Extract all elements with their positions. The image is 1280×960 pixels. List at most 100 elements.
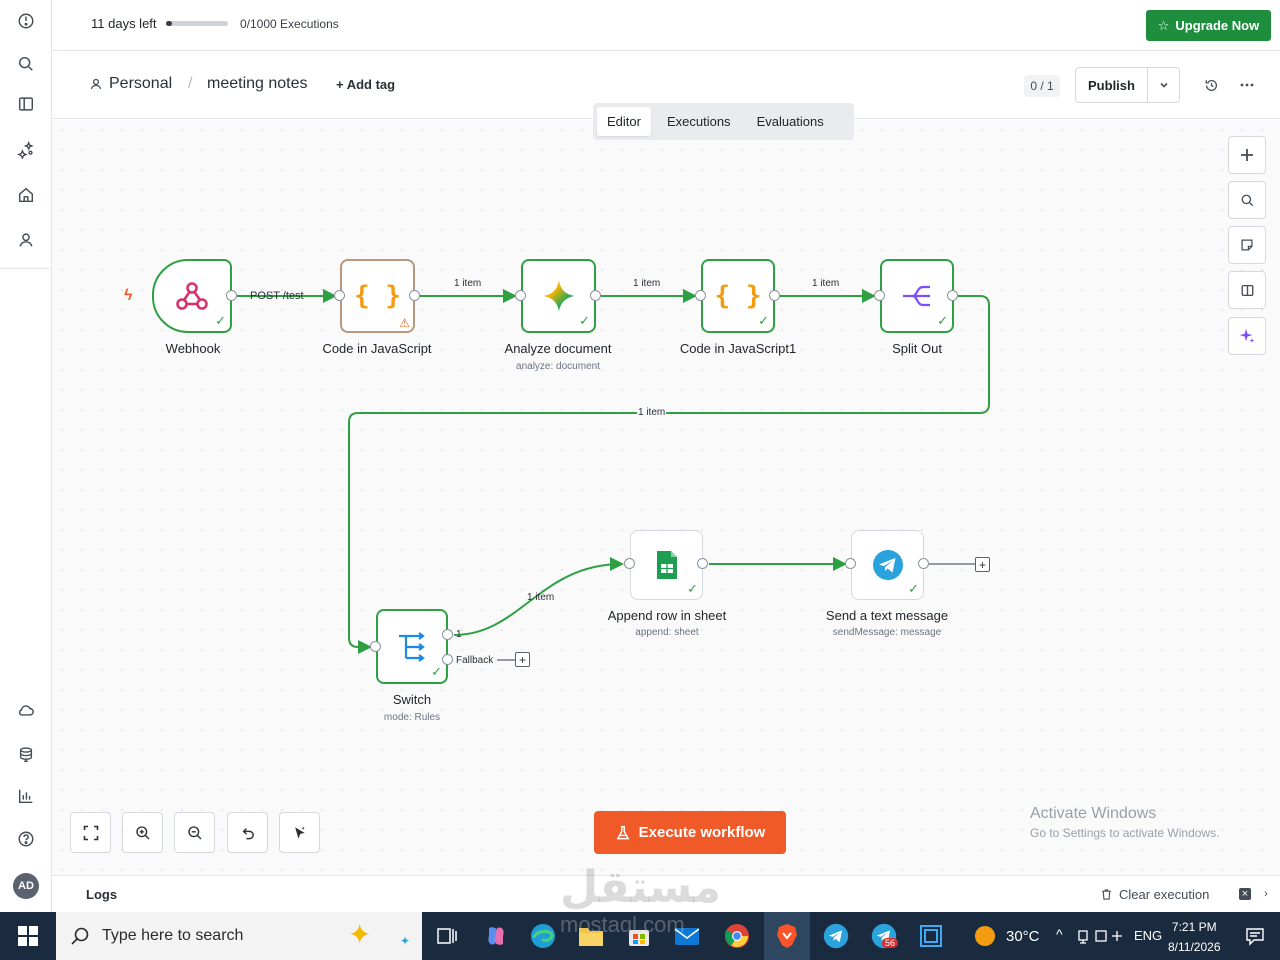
cloud-icon[interactable] <box>11 695 41 725</box>
node-label-analyze: Analyze document <box>504 341 612 356</box>
taskbar-clock[interactable]: 7:21 PM 8/11/2026 <box>1168 917 1221 957</box>
home-icon[interactable] <box>11 180 41 210</box>
tab-editor[interactable]: Editor <box>597 107 651 136</box>
chrome-icon[interactable] <box>722 921 752 951</box>
tidy-up-icon[interactable] <box>279 812 320 853</box>
node-sub-analyze: analyze: document <box>516 361 600 372</box>
handle-code1-in[interactable] <box>695 290 706 301</box>
task-view-icon[interactable] <box>432 921 462 951</box>
database-icon[interactable] <box>11 740 41 770</box>
clear-execution-label: Clear execution <box>1119 887 1210 902</box>
handle-telegram-out[interactable] <box>918 558 929 569</box>
sticky-note-icon[interactable] <box>1228 226 1266 264</box>
help-icon[interactable] <box>11 824 41 854</box>
windows-start-icon[interactable] <box>0 912 56 960</box>
temperature-text: 30°C <box>1006 928 1040 945</box>
search-nodes-icon[interactable] <box>1228 181 1266 219</box>
brave-browser-icon[interactable] <box>764 912 810 960</box>
publish-dropdown[interactable] <box>1148 68 1179 102</box>
node-label-code-js1: Code in JavaScript1 <box>679 341 797 356</box>
handle-code-out[interactable] <box>409 290 420 301</box>
ai-sparkle-icon[interactable] <box>1228 317 1266 355</box>
handle-append-out[interactable] <box>697 558 708 569</box>
node-label-code-js: Code in JavaScript <box>322 341 432 356</box>
execute-workflow-button[interactable]: Execute workflow <box>594 811 786 854</box>
taskbar-search[interactable]: Type here to search ✦ ✦ <box>56 912 422 960</box>
node-label-telegram: Send a text message <box>825 608 949 623</box>
language-indicator[interactable]: ENG <box>1134 928 1162 943</box>
node-append-row-sheet[interactable]: ✓ <box>630 530 703 600</box>
site-watermark-url: mostaql.com <box>560 912 685 937</box>
node-label-webhook: Webhook <box>165 341 221 356</box>
upgrade-now-button[interactable]: ☆ Upgrade Now <box>1146 10 1271 41</box>
undo-icon[interactable] <box>227 812 268 853</box>
handle-analyze-in[interactable] <box>515 290 526 301</box>
edge-browser-icon[interactable] <box>528 921 558 951</box>
ai-sparkle-icon[interactable] <box>11 135 41 165</box>
chevron-down-icon <box>1159 82 1168 88</box>
executions-progress-fill <box>166 21 172 26</box>
handle-append-in[interactable] <box>624 558 635 569</box>
warning-icon: ⚠ <box>399 316 410 330</box>
node-split-out[interactable]: ✓ <box>880 259 954 333</box>
node-code-js[interactable]: { } ⚠ <box>340 259 415 333</box>
overview-icon[interactable] <box>11 6 41 36</box>
workflow-name[interactable]: meeting notes <box>207 75 308 93</box>
activate-windows-title: Activate Windows <box>1030 805 1157 822</box>
weather-icon[interactable] <box>970 921 1000 951</box>
close-panel-icon[interactable]: × <box>1239 888 1251 900</box>
handle-webhook-out[interactable] <box>226 290 237 301</box>
workflow-canvas[interactable] <box>52 120 1280 875</box>
copilot-icon[interactable] <box>481 921 511 951</box>
system-tray-icons[interactable] <box>1076 928 1126 944</box>
more-options-icon[interactable] <box>1237 75 1257 95</box>
handle-switch-in[interactable] <box>370 641 381 652</box>
tray-chevron-icon[interactable]: ^ <box>1056 926 1063 942</box>
collapse-icon[interactable]: › <box>1259 887 1273 901</box>
success-check-icon: ✓ <box>758 313 769 328</box>
add-node-after-telegram-button[interactable]: + <box>975 557 990 572</box>
handle-telegram-in[interactable] <box>845 558 856 569</box>
handle-switch-fallback[interactable] <box>442 654 453 665</box>
handle-code-in[interactable] <box>334 290 345 301</box>
node-analyze-document[interactable]: ✓ <box>521 259 596 333</box>
telegram-taskbar-icon[interactable] <box>821 921 851 951</box>
node-code-js1[interactable]: { } ✓ <box>701 259 775 333</box>
fit-view-icon[interactable] <box>70 812 111 853</box>
app-window-icon[interactable] <box>916 921 946 951</box>
search-icon[interactable] <box>11 49 41 79</box>
tab-evaluations[interactable]: Evaluations <box>747 107 834 136</box>
handle-analyze-out[interactable] <box>590 290 601 301</box>
avatar[interactable]: AD <box>13 873 39 899</box>
handle-code1-out[interactable] <box>769 290 780 301</box>
notifications-icon[interactable] <box>1240 921 1270 951</box>
version-indicator[interactable]: 0 / 1 <box>1024 75 1060 97</box>
telegram-desktop-icon[interactable]: 56 <box>869 921 899 951</box>
edge-label-fallback: Fallback <box>456 655 494 666</box>
webhook-icon <box>176 282 208 310</box>
site-watermark-logo: مستقل <box>560 863 721 912</box>
node-switch[interactable]: ✓ <box>376 609 448 684</box>
node-webhook[interactable]: ✓ <box>152 259 232 333</box>
flask-icon <box>616 825 630 839</box>
tab-executions[interactable]: Executions <box>657 107 741 136</box>
history-icon[interactable] <box>1201 75 1221 95</box>
user-icon[interactable] <box>11 225 41 255</box>
node-send-text-message[interactable]: ✓ <box>851 530 924 600</box>
zoom-in-icon[interactable] <box>122 812 163 853</box>
breadcrumb-separator: / <box>188 75 193 92</box>
sparkle-icon: ☆ <box>1157 17 1170 33</box>
add-tag-button[interactable]: + Add tag <box>336 77 395 92</box>
zoom-out-icon[interactable] <box>174 812 215 853</box>
panel-icon[interactable] <box>1228 271 1266 309</box>
insights-icon[interactable] <box>11 781 41 811</box>
panel-icon[interactable] <box>11 89 41 119</box>
add-node-fallback-button[interactable]: + <box>515 652 530 667</box>
handle-split-in[interactable] <box>874 290 885 301</box>
handle-split-out[interactable] <box>947 290 958 301</box>
add-node-icon[interactable] <box>1228 136 1266 174</box>
clear-execution-button[interactable]: Clear execution <box>1100 887 1209 902</box>
breadcrumb-project[interactable]: Personal <box>89 75 172 93</box>
publish-button[interactable]: Publish <box>1076 68 1148 102</box>
handle-switch-out-1[interactable] <box>442 629 453 640</box>
